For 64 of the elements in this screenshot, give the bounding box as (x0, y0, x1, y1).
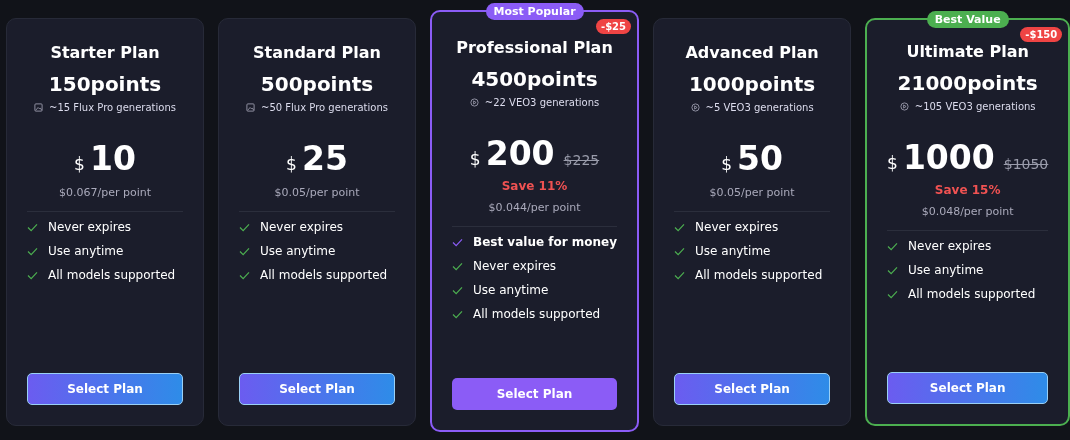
image-icon (34, 103, 44, 112)
feature-text: Use anytime (473, 283, 549, 297)
select-plan-button[interactable]: Select Plan (27, 373, 183, 405)
generations-text: ~22 VEO3 generations (484, 97, 600, 108)
points-amount: 21000points (897, 71, 1038, 95)
feature-text: Use anytime (695, 244, 771, 258)
points-amount: 150points (48, 72, 162, 96)
plan-name: Starter Plan (50, 43, 160, 62)
feature-text: Never expires (48, 220, 132, 234)
feature-text: All models supported (260, 268, 388, 282)
select-plan-button[interactable]: Select Plan (887, 372, 1049, 404)
plan-badge: Best Value (926, 11, 1009, 28)
feature-text: All models supported (48, 268, 176, 282)
per-point-price: $0.048/per point (921, 205, 1014, 218)
feature-text: Never expires (695, 220, 779, 234)
savings-text: Save 11% (501, 179, 568, 193)
per-point-price: $0.05/per point (709, 186, 795, 199)
generations-text: ~105 VEO3 generations (914, 101, 1036, 112)
original-price: $1050 (1003, 156, 1049, 172)
feature-text: Use anytime (48, 244, 124, 258)
generations-text: ~5 VEO3 generations (705, 102, 814, 113)
currency-symbol: $ (721, 154, 732, 174)
feature-text: All models supported (908, 287, 1036, 301)
feature-text: Best value for money (473, 235, 618, 249)
price: 200 (485, 134, 555, 173)
play-icon (469, 98, 479, 107)
feature-text: Never expires (473, 259, 557, 273)
price: 10 (89, 139, 136, 178)
feature-text: Use anytime (908, 263, 984, 277)
currency-symbol: $ (286, 154, 297, 174)
per-point-price: $0.05/per point (274, 186, 360, 199)
feature-text: Never expires (260, 220, 344, 234)
discount-badge: -$150 (1020, 27, 1063, 42)
points-amount: 500points (260, 72, 374, 96)
plan-name: Ultimate Plan (906, 42, 1029, 61)
currency-symbol: $ (74, 154, 85, 174)
feature-text: All models supported (695, 268, 823, 282)
savings-text: Save 15% (934, 183, 1001, 197)
select-plan-button[interactable]: Select Plan (239, 373, 395, 405)
price: 25 (301, 139, 348, 178)
currency-symbol: $ (469, 149, 481, 169)
select-plan-button[interactable]: Select Plan (674, 373, 831, 405)
feature-text: All models supported (473, 307, 601, 321)
generations-text: ~50 Flux Pro generations (261, 102, 388, 113)
currency-symbol: $ (887, 153, 898, 173)
image-icon (246, 103, 256, 112)
per-point-price: $0.067/per point (59, 186, 151, 199)
feature-text: Never expires (908, 239, 992, 253)
plan-name: Standard Plan (253, 43, 381, 62)
generations-text: ~15 Flux Pro generations (49, 102, 176, 113)
plan-name: Advanced Plan (685, 43, 819, 62)
price: 50 (737, 139, 783, 178)
price: 1000 (902, 138, 995, 177)
original-price: $225 (563, 152, 600, 168)
select-plan-button[interactable]: Select Plan (452, 378, 618, 410)
plan-name: Professional Plan (456, 38, 613, 57)
play-icon (690, 103, 700, 112)
plan-badge: Most Popular (485, 3, 584, 20)
feature-text: Use anytime (260, 244, 336, 258)
points-amount: 1000points (688, 72, 816, 96)
play-icon (899, 102, 909, 111)
discount-badge: -$25 (596, 19, 632, 34)
per-point-price: $0.044/per point (488, 201, 581, 214)
points-amount: 4500points (471, 67, 598, 91)
